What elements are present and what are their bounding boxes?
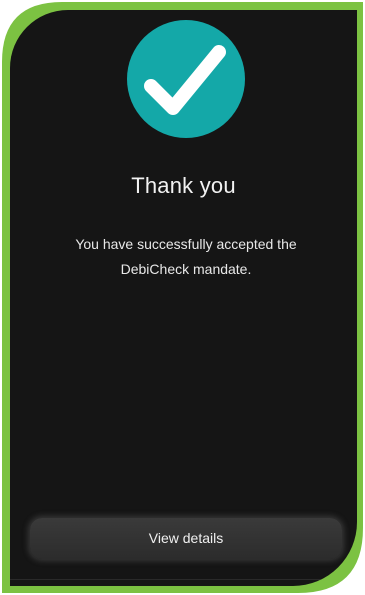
view-details-button[interactable]: View details: [30, 518, 342, 559]
success-screen: Thank you You have successfully accepted…: [10, 10, 357, 586]
checkmark-icon: [127, 20, 245, 138]
device-frame: Thank you You have successfully accepted…: [0, 0, 365, 595]
bottom-divider: [10, 579, 357, 580]
page-title: Thank you: [131, 173, 236, 198]
success-message: You have successfully accepted the DebiC…: [75, 236, 297, 277]
